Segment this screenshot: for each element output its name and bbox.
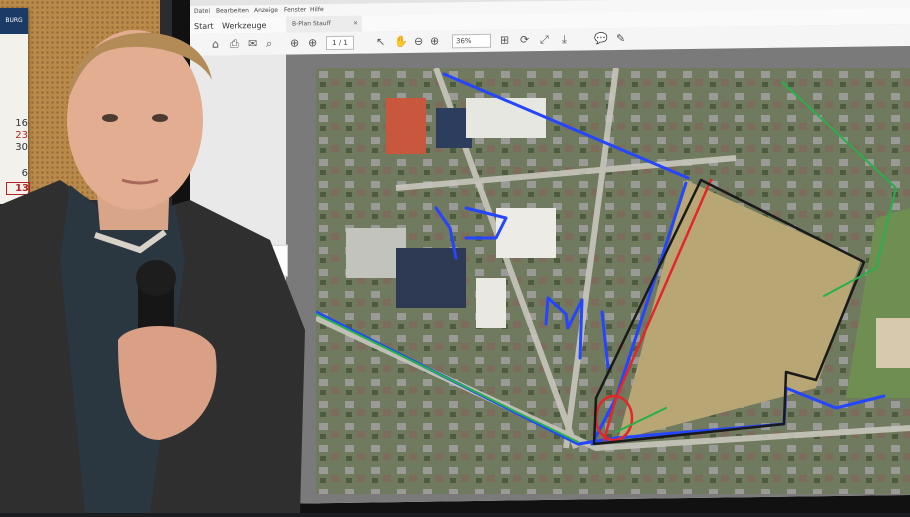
rotate-icon[interactable]: ⟳ (520, 33, 529, 46)
right-eye (152, 114, 168, 122)
presenter-figure (0, 30, 305, 513)
page-number-input[interactable]: 1 / 1 (326, 35, 354, 51)
zoom-out-icon[interactable]: ⊖ (414, 35, 423, 48)
page-current: 1 (332, 38, 337, 48)
microphone-head (136, 260, 176, 296)
white-roof-building (496, 208, 556, 258)
fullscreen-icon[interactable]: ⤢ (540, 33, 549, 46)
red-roof-building (386, 98, 426, 154)
aerial-map (316, 68, 910, 494)
download-icon[interactable]: ⤓ (562, 33, 567, 46)
zoom-select[interactable]: 36% (452, 33, 491, 49)
hand-icon[interactable]: ✋ (394, 35, 408, 48)
zoom-in-icon[interactable]: ⊕ (430, 35, 439, 48)
presenter (0, 0, 330, 513)
pen-icon[interactable]: ✎ (616, 32, 625, 45)
page-total: / 1 (338, 38, 348, 47)
aerial-map-canvas (316, 68, 910, 494)
white-roof-building (466, 98, 546, 138)
sports-field (876, 318, 910, 368)
fit-page-icon[interactable]: ⊞ (500, 34, 509, 47)
comment-icon[interactable]: 💬 (594, 32, 608, 45)
zoom-value: 36% (456, 37, 472, 46)
left-eye (102, 114, 118, 122)
cursor-icon[interactable]: ↖ (376, 35, 385, 48)
close-icon[interactable]: × (353, 16, 358, 32)
white-roof-building (476, 278, 506, 328)
